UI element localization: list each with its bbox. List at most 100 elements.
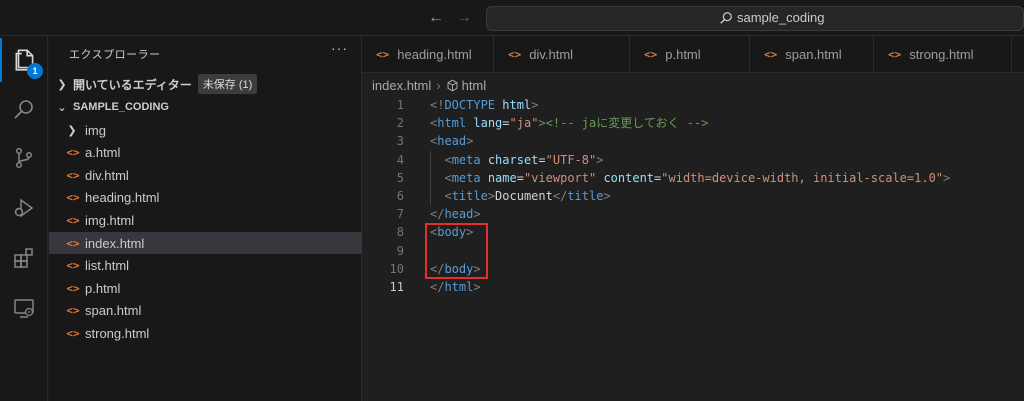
code-line: 11 </html> [362,278,1024,296]
explorer-badge: 1 [27,63,43,79]
code-line: 1 <!DOCTYPE html> [362,96,1024,114]
code-text: </head> [430,207,481,222]
breadcrumb: index.html › html [362,74,1024,96]
title-bar: ← → sample_coding [0,0,1024,36]
more-actions-icon[interactable]: ··· [331,40,348,56]
html-file-icon: <> [66,259,80,273]
command-center-text: sample_coding [737,10,825,25]
chevron-right-icon: ❯ [57,78,67,91]
file-label: list.html [85,258,130,274]
line-number: 10 [389,261,404,276]
line-number: 8 [396,225,404,240]
folder-header[interactable]: ⌄ SAMPLE_CODING [49,96,362,118]
html-file-icon: <> [888,47,902,61]
tab-label: div.html [529,46,574,62]
file-item[interactable]: <> strong.html [49,322,362,344]
code-line: 3 <head> [362,132,1024,150]
line-number: 7 [396,207,404,222]
html-file-icon: <> [644,47,658,61]
explorer-icon[interactable]: 1 [0,38,48,82]
html-file-icon: <> [66,168,80,182]
tab-heading[interactable]: <> heading.html [362,36,494,72]
file-label: img [85,122,106,138]
html-file-icon: <> [66,304,80,318]
remote-explorer-icon[interactable] [0,286,48,330]
breadcrumb-file[interactable]: index.html [372,78,431,93]
breadcrumb-symbol[interactable]: html [462,78,487,93]
html-file-icon: <> [764,47,778,61]
search-view-icon[interactable] [0,88,48,132]
code-text: <meta charset="UTF-8"> [444,152,604,167]
code-line: 4 <meta charset="UTF-8"> [362,151,1024,169]
search-icon [719,11,733,25]
html-file-icon: <> [66,191,80,205]
html-file-icon: <> [66,146,80,160]
file-item[interactable]: <> img.html [49,209,362,231]
file-label: heading.html [85,190,160,206]
file-label: index.html [85,235,145,251]
html-file-icon: <> [376,47,390,61]
file-label: span.html [85,303,142,319]
forward-arrow-icon[interactable]: → [454,8,474,28]
file-item[interactable]: <> a.html [49,142,362,164]
line-number: 6 [396,189,404,203]
line-number: 11 [389,280,404,294]
extensions-icon[interactable] [0,236,48,280]
code-text: <meta name="viewport" content="width=dev… [444,170,951,185]
command-center-search[interactable]: sample_coding [486,6,1024,31]
back-arrow-icon[interactable]: ← [426,8,446,28]
code-line: 2 <html lang="ja"><!-- jaに変更しておく --> [362,114,1024,132]
code-text: <html lang="ja"><!-- jaに変更しておく --> [430,116,709,131]
activity-bar: 1 [0,36,48,401]
line-number: 9 [396,243,404,258]
html-file-icon: <> [66,213,80,227]
highlight-box [425,223,488,279]
explorer-sidebar: エクスプローラー ··· ❯ 開いているエディター 未保存 (1) ⌄ SAMP… [49,36,362,401]
tab-bar: <> heading.html <> div.html <> p.html <> span.h… [362,36,1024,73]
file-label: p.html [85,280,121,296]
folder-item[interactable]: ❯ img [49,119,362,141]
file-label: img.html [85,212,135,228]
file-item[interactable]: <> list.html [49,255,362,277]
file-item[interactable]: <> div.html [49,164,362,186]
run-debug-icon[interactable] [0,186,48,230]
code-line: 6 <title>Document</title> [362,187,1024,205]
line-number: 1 [396,98,404,112]
unsaved-badge: 未保存 (1) [197,74,258,94]
file-label: strong.html [85,325,150,341]
line-number: 5 [396,170,404,185]
file-item[interactable]: <> heading.html [49,187,362,209]
html-file-icon: <> [66,236,80,250]
code-text: <title>Document</title> [444,189,611,203]
tab-span[interactable]: <> span.html [750,36,874,72]
tab-strong[interactable]: <> strong.html [874,36,1012,72]
html-file-icon: <> [66,281,80,295]
code-text: </html> [430,280,481,294]
html-file-icon: <> [508,47,522,61]
folder-name: SAMPLE_CODING [73,101,169,113]
open-editors-section[interactable]: ❯ 開いているエディター 未保存 (1) [49,73,362,95]
indent-guide [430,150,431,206]
file-item[interactable]: <> span.html [49,300,362,322]
code-line: 7 </head> [362,205,1024,223]
tab-label: p.html [665,46,701,62]
line-number: 4 [396,152,404,167]
tab-p[interactable]: <> p.html [630,36,750,72]
symbol-icon [446,79,459,92]
tab-div[interactable]: <> div.html [494,36,630,72]
chevron-down-icon: ⌄ [57,101,67,114]
file-item[interactable]: <> index.html [49,232,362,254]
html-file-icon: <> [66,326,80,340]
code-line: 5 <meta name="viewport" content="width=d… [362,169,1024,187]
line-number: 2 [396,116,404,131]
chevron-right-icon: ❯ [67,124,77,137]
tab-label: span.html [785,46,842,62]
open-editors-label: 開いているエディター [73,77,192,92]
source-control-icon[interactable] [0,136,48,180]
file-label: div.html [85,167,129,183]
file-label: a.html [85,145,121,161]
tab-label: strong.html [909,46,974,62]
file-item[interactable]: <> p.html [49,277,362,299]
breadcrumb-separator-icon: › [436,77,441,93]
explorer-title: エクスプローラー [69,49,161,61]
